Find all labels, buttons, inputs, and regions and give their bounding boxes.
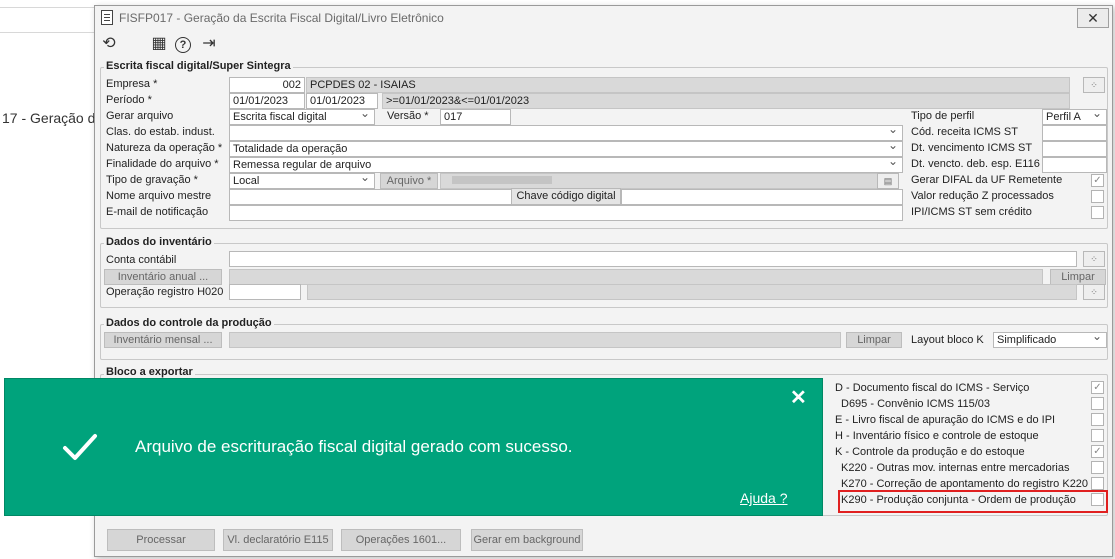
document-icon [101,10,113,25]
dt-vencimento-label: Dt. vencimento ICMS ST [911,142,1033,154]
operacao-lookup-icon[interactable]: ⁘ [1083,284,1105,300]
title-bar: FISFP017 - Geração da Escrita Fiscal Dig… [95,6,1112,30]
email-label: E-mail de notificação [106,206,209,218]
window-title: FISFP017 - Geração da Escrita Fiscal Dig… [119,11,444,25]
bloco-k290-label: K290 - Produção conjunta - Ordem de prod… [841,494,1076,506]
calendar-icon[interactable]: ▦ [149,34,169,54]
exit-icon[interactable]: ⇥ [199,34,219,54]
versao-label: Versão * [387,110,429,122]
layout-bloco-k-select[interactable]: Simplificado [993,332,1107,348]
empresa-code-input[interactable]: 002 [229,77,305,93]
background-divider [0,32,95,33]
natureza-label: Natureza da operação * [106,142,223,154]
bloco-e-checkbox[interactable] [1091,413,1104,426]
inventario-mensal-field [229,332,841,348]
clas-estab-select[interactable] [229,125,903,141]
bloco-k270-label: K270 - Correção de apontamento do regist… [841,478,1089,490]
conta-lookup-icon[interactable]: ⁘ [1083,251,1105,267]
check-icon [63,434,97,460]
toast-help-link[interactable]: Ajuda ? [740,490,787,506]
bloco-k220-checkbox[interactable] [1091,461,1104,474]
gerar-background-button[interactable]: Gerar em background [471,529,583,551]
periodo-label: Período * [106,94,152,106]
chave-codigo-button[interactable]: Chave código digital [511,188,621,205]
versao-input[interactable]: 017 [440,109,511,125]
bloco-h-label: H - Inventário físico e controle de esto… [835,430,1039,442]
finalidade-label: Finalidade do arquivo * [106,158,219,170]
bloco-k-label: K - Controle da produção e do estoque [835,446,1025,458]
operacao-h020-field [307,284,1077,300]
clas-estab-label: Clas. do estab. indust. [106,126,215,138]
inventario-mensal-button[interactable]: Inventário mensal ... [104,332,222,348]
toast-message: Arquivo de escrituração fiscal digital g… [135,437,573,456]
arquivo-label: Arquivo * [380,173,438,189]
limpar-producao-button[interactable]: Limpar [846,332,902,348]
arquivo-path-field [440,173,878,189]
arquivo-redacted [452,176,552,184]
blocos-legend: Bloco a exportar [104,366,195,378]
tipo-perfil-select[interactable]: Perfil A [1042,109,1107,125]
cod-receita-input[interactable] [1042,125,1107,141]
natureza-select[interactable]: Totalidade da operação [229,141,903,157]
empresa-label: Empresa * [106,78,158,90]
bloco-d695-label: D695 - Convênio ICMS 115/03 [841,398,990,410]
dt-vencimento-input[interactable] [1042,141,1107,157]
bloco-d-label: D - Documento fiscal do ICMS - Serviço [835,382,1030,394]
bloco-k290-checkbox[interactable] [1091,493,1104,506]
gerar-arquivo-label: Gerar arquivo [106,110,174,122]
limpar-inventario-button[interactable]: Limpar [1050,269,1106,285]
nome-mestre-label: Nome arquivo mestre [106,190,212,202]
gerar-arquivo-select[interactable]: Escrita fiscal digital [229,109,375,125]
tipo-gravacao-select[interactable]: Local [229,173,375,189]
gerar-difal-checkbox[interactable] [1091,174,1104,187]
empresa-name-field: PCPDES 02 - ISAIAS [306,77,1070,93]
ipi-icms-label: IPI/ICMS ST sem crédito [911,206,1032,218]
conta-contabil-input[interactable] [229,251,1077,267]
operacao-h020-label: Operação registro H020 [106,286,224,298]
finalidade-select[interactable]: Remessa regular de arquivo [229,157,903,173]
vl-declaratorio-button[interactable]: Vl. declaratório E115 [223,529,333,551]
ipi-icms-checkbox[interactable] [1091,206,1104,219]
gerar-difal-label: Gerar DIFAL da UF Remetente [911,174,1063,186]
periodo-end-input[interactable]: 01/01/2023 [306,93,378,109]
dt-vencto-deb-label: Dt. vencto. deb. esp. E116 [911,158,1040,170]
operacao-h020-input[interactable] [229,284,301,300]
tipo-perfil-label: Tipo de perfil [911,110,975,122]
file-browse-icon[interactable]: ▤ [877,173,899,189]
cod-receita-label: Cód. receita ICMS ST [911,126,1018,138]
success-toast: Arquivo de escrituração fiscal digital g… [4,378,823,516]
layout-bloco-k-label: Layout bloco K [911,334,984,346]
bloco-d-checkbox[interactable] [1091,381,1104,394]
valor-reducao-label: Valor redução Z processados [911,190,1054,202]
bloco-e-label: E - Livro fiscal de apuração do ICMS e d… [835,414,1056,426]
bloco-k220-label: K220 - Outras mov. internas entre mercad… [841,462,1070,474]
chave-codigo-input[interactable] [621,189,903,205]
bloco-k-checkbox[interactable] [1091,445,1104,458]
bloco-h-checkbox[interactable] [1091,429,1104,442]
close-button[interactable]: ✕ [1077,8,1109,28]
periodo-start-input[interactable]: 01/01/2023 [229,93,305,109]
undo-icon[interactable]: ⟲ [99,34,119,54]
background-screen-title: 17 - Geração d [2,110,96,126]
processar-button[interactable]: Processar [107,529,215,551]
background-divider [0,7,95,8]
bloco-k270-checkbox[interactable] [1091,477,1104,490]
email-input[interactable] [229,205,903,221]
sped-legend: Escrita fiscal digital/Super Sintegra [104,60,293,72]
conta-contabil-label: Conta contábil [106,254,177,266]
periodo-expression-field: >=01/01/2023&<=01/01/2023 [382,93,1070,109]
nome-mestre-input[interactable] [229,189,515,205]
toast-close-icon[interactable]: ✕ [790,385,807,410]
inventario-anual-button[interactable]: Inventário anual ... [104,269,222,285]
dt-vencto-deb-input[interactable] [1042,157,1107,173]
empresa-lookup-icon[interactable]: ⁘ [1083,77,1105,93]
bloco-d695-checkbox[interactable] [1091,397,1104,410]
inventario-anual-field [229,269,1043,285]
operacoes-1601-button[interactable]: Operações 1601... [341,529,461,551]
inventario-legend: Dados do inventário [104,236,214,248]
help-icon[interactable]: ? [175,37,191,53]
valor-reducao-checkbox[interactable] [1091,190,1104,203]
tipo-gravacao-label: Tipo de gravação * [106,174,198,186]
producao-legend: Dados do controle da produção [104,317,274,329]
